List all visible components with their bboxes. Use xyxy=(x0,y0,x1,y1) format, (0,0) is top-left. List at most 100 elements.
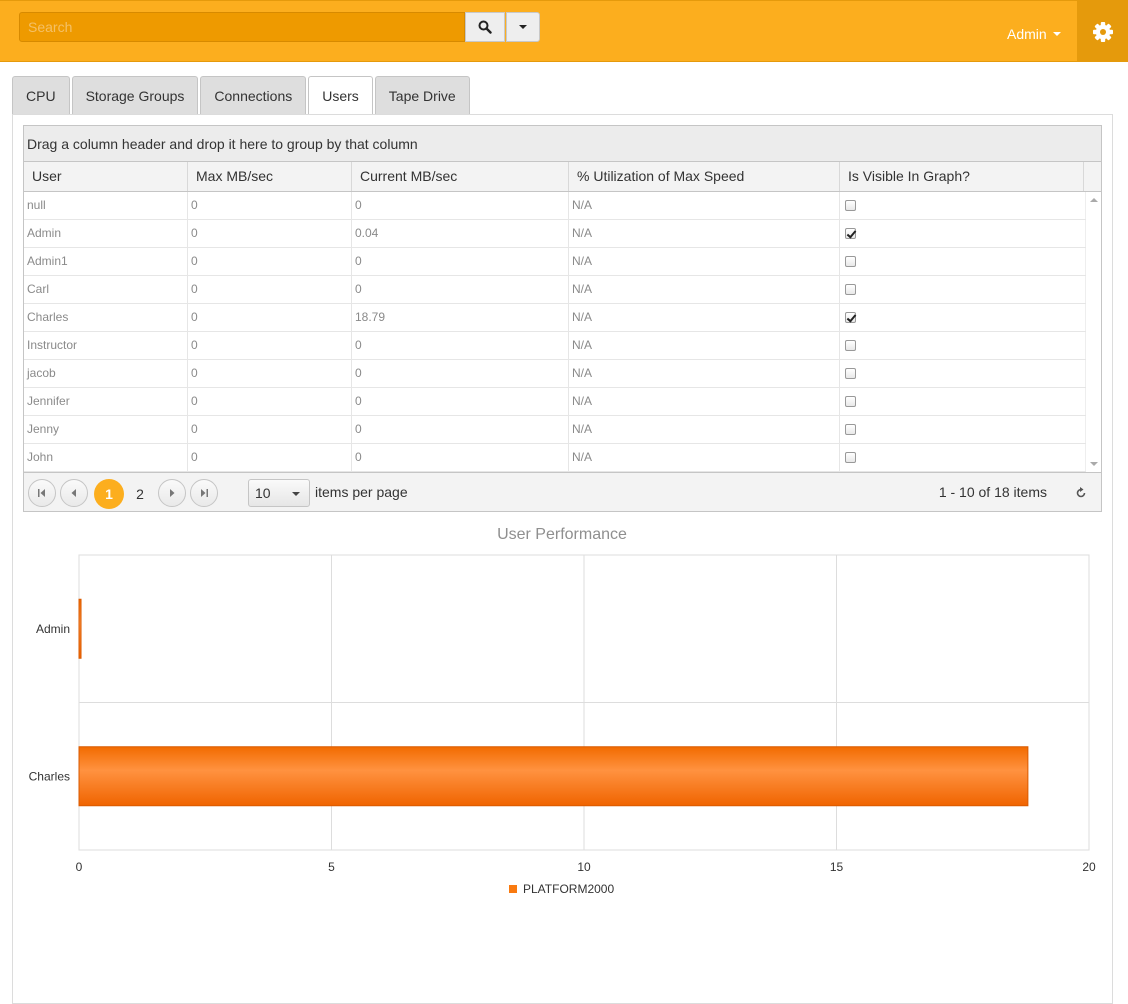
x-tick-label: 15 xyxy=(830,860,844,874)
grid-header: User Max MB/sec Current MB/sec% Utilizatio… xyxy=(24,162,1101,192)
cell-max: 0 xyxy=(188,220,352,247)
visible-in-graph-checkbox[interactable] xyxy=(845,452,856,463)
table-row[interactable]: Carl 0 0 N/A xyxy=(24,276,1086,304)
cell-max: 0 xyxy=(188,388,352,415)
tab-users[interactable]: Users xyxy=(308,76,373,115)
settings-button[interactable] xyxy=(1077,1,1128,62)
column-header[interactable]: Is Visible In Graph? xyxy=(840,162,1084,191)
vertical-scrollbar[interactable] xyxy=(1085,192,1101,472)
cell-max: 0 xyxy=(188,276,352,303)
cell-current: 0 xyxy=(352,332,569,359)
cell-util: N/A xyxy=(569,360,840,387)
cell-max: 0 xyxy=(188,444,352,471)
visible-in-graph-checkbox[interactable] xyxy=(845,228,856,239)
cell-user: Jennifer xyxy=(24,388,188,415)
table-row[interactable]: Admin 0 0.04 N/A xyxy=(24,220,1086,248)
visible-in-graph-checkbox[interactable] xyxy=(845,200,856,211)
bar-admin[interactable] xyxy=(78,598,82,659)
gear-icon xyxy=(1092,21,1113,42)
cell-util: N/A xyxy=(569,248,840,275)
last-page-button[interactable] xyxy=(190,479,218,507)
search-box[interactable] xyxy=(19,12,465,42)
chevron-down-icon xyxy=(292,492,300,496)
table-row[interactable]: Admin1 0 0 N/A xyxy=(24,248,1086,276)
grid-body: null 0 0 N/A Admin 0 0.04 N/A Admin1 0 0 N/A Carl 0 0 N… xyxy=(24,192,1101,472)
legend-label: PLATFORM2000 xyxy=(523,882,615,896)
user-menu[interactable]: Admin xyxy=(1007,26,1061,42)
cell-util: N/A xyxy=(569,444,840,471)
tab-cpu[interactable]: CPU xyxy=(12,76,70,114)
table-row[interactable]: Jenny 0 0 N/A xyxy=(24,416,1086,444)
refresh-button[interactable] xyxy=(1075,486,1087,504)
visible-in-graph-checkbox[interactable] xyxy=(845,284,856,295)
refresh-icon xyxy=(1076,487,1086,498)
table-row[interactable]: Instructor 0 0 N/A xyxy=(24,332,1086,360)
search-input[interactable] xyxy=(20,13,464,41)
cell-util: N/A xyxy=(569,416,840,443)
x-tick-label: 10 xyxy=(577,860,591,874)
tab-connections[interactable]: Connections xyxy=(200,76,307,114)
cell-user: Instructor xyxy=(24,332,188,359)
column-header[interactable]: % Utilization of Max Speed xyxy=(569,162,840,191)
table-row[interactable]: null 0 0 N/A xyxy=(24,192,1086,220)
page-1-button[interactable]: 1 xyxy=(94,479,124,509)
column-header[interactable]: User xyxy=(24,162,188,191)
cell-current: 0 xyxy=(352,276,569,303)
cell-current: 18.79 xyxy=(352,304,569,331)
y-category-label: Charles xyxy=(29,769,70,783)
cell-util: N/A xyxy=(569,304,840,331)
visible-in-graph-checkbox[interactable] xyxy=(845,256,856,267)
cell-util: N/A xyxy=(569,276,840,303)
group-by-drop-area[interactable]: Drag a column header and drop it here to… xyxy=(24,126,1101,162)
cell-current: 0 xyxy=(352,360,569,387)
cell-user: null xyxy=(24,192,188,219)
cell-user: John xyxy=(24,444,188,471)
legend-swatch xyxy=(509,885,517,893)
chart-title: User Performance xyxy=(497,526,627,543)
visible-in-graph-checkbox[interactable] xyxy=(845,312,856,323)
search-icon xyxy=(478,20,492,34)
cell-current: 0 xyxy=(352,444,569,471)
next-page-button[interactable] xyxy=(158,479,186,507)
search-options-button[interactable] xyxy=(506,12,540,42)
column-header[interactable]: Max MB/sec xyxy=(188,162,352,191)
cell-user: Admin1 xyxy=(24,248,188,275)
tab-tape-drive[interactable]: Tape Drive xyxy=(374,76,470,114)
cell-user: Carl xyxy=(24,276,188,303)
pager-info: 1 - 10 of 18 items xyxy=(938,484,1047,500)
search-button[interactable] xyxy=(465,12,505,42)
scroll-up-icon[interactable] xyxy=(1090,198,1098,202)
y-category-label: Admin xyxy=(36,622,70,636)
cell-user: Admin xyxy=(24,220,188,247)
cell-util: N/A xyxy=(569,220,840,247)
cell-current: 0 xyxy=(352,416,569,443)
chart-legend[interactable]: PLATFORM2000 xyxy=(509,882,614,896)
chevron-down-icon xyxy=(1052,32,1061,36)
visible-in-graph-checkbox[interactable] xyxy=(845,396,856,407)
scroll-down-icon[interactable] xyxy=(1090,462,1098,466)
cell-current: 0 xyxy=(352,192,569,219)
cell-max: 0 xyxy=(188,360,352,387)
cell-max: 0 xyxy=(188,332,352,359)
bar-charles[interactable] xyxy=(78,746,1029,807)
x-tick-label: 0 xyxy=(76,860,83,874)
table-row[interactable]: Charles 0 18.79 N/A xyxy=(24,304,1086,332)
user-menu-label: Admin xyxy=(1007,26,1047,42)
page-size-select[interactable]: 10 xyxy=(248,479,310,507)
table-row[interactable]: John 0 0 N/A xyxy=(24,444,1086,472)
cell-util: N/A xyxy=(569,192,840,219)
column-header[interactable]: Current MB/sec xyxy=(352,162,569,191)
table-row[interactable]: Jennifer 0 0 N/A xyxy=(24,388,1086,416)
table-row[interactable]: jacob 0 0 N/A xyxy=(24,360,1086,388)
previous-page-button[interactable] xyxy=(60,479,88,507)
visible-in-graph-checkbox[interactable] xyxy=(845,368,856,379)
visible-in-graph-checkbox[interactable] xyxy=(845,340,856,351)
visible-in-graph-checkbox[interactable] xyxy=(845,424,856,435)
cell-current: 0 xyxy=(352,248,569,275)
previous-page-icon xyxy=(71,489,76,497)
cell-max: 0 xyxy=(188,248,352,275)
tab-storage-groups[interactable]: Storage Groups xyxy=(71,76,199,114)
first-page-button[interactable] xyxy=(28,479,56,507)
next-page-icon xyxy=(170,489,175,497)
page-2-button[interactable]: 2 xyxy=(125,479,155,509)
